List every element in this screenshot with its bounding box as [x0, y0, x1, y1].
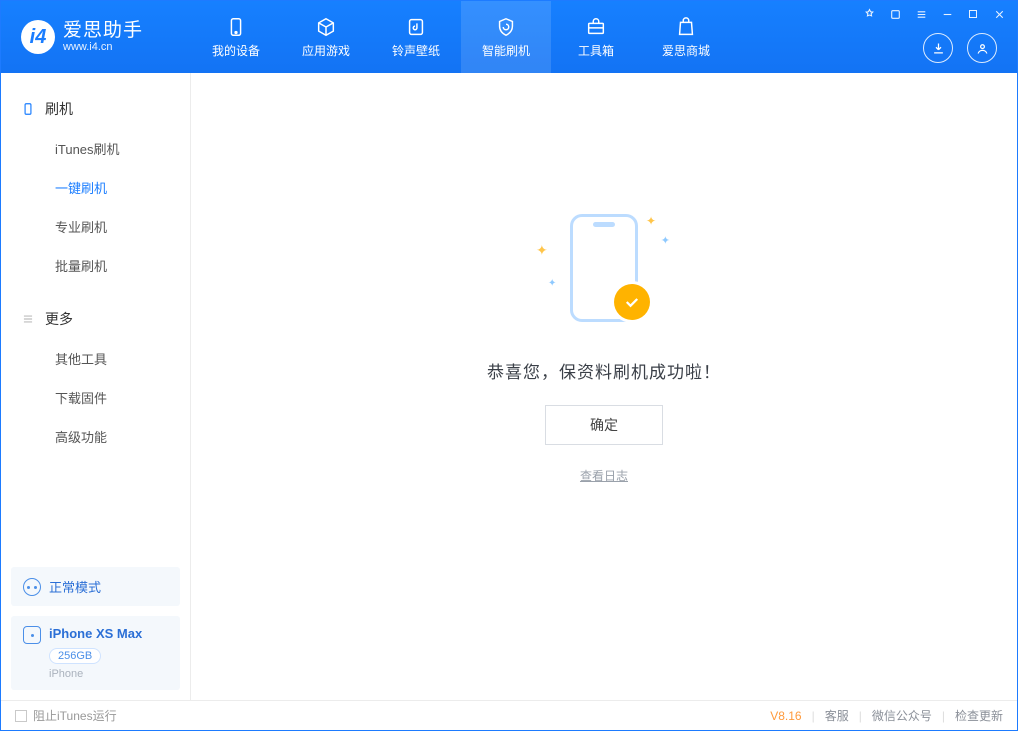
phone-icon: [225, 16, 247, 38]
sidebar-item-advanced[interactable]: 高级功能: [1, 417, 190, 456]
shopping-bag-icon: [675, 16, 697, 38]
menu-small-icon: [21, 312, 35, 326]
device-panel: 正常模式 iPhone XS Max 256GB iPhone: [11, 567, 180, 690]
view-log-link[interactable]: 查看日志: [580, 467, 628, 484]
sidebar-item-other-tools[interactable]: 其他工具: [1, 339, 190, 378]
checkbox-box-icon: [15, 710, 27, 722]
nav-store-label: 爱思商城: [662, 42, 710, 59]
mode-icon: [23, 578, 41, 596]
nav-ringtones[interactable]: 铃声壁纸: [371, 1, 461, 73]
check-update-link[interactable]: 检查更新: [955, 707, 1003, 724]
check-badge-icon: [614, 284, 650, 320]
confirm-button[interactable]: 确定: [545, 405, 663, 445]
device-mode-card[interactable]: 正常模式: [11, 567, 180, 606]
device-type: iPhone: [49, 668, 168, 680]
menu-icon[interactable]: [913, 6, 929, 22]
nav-smart-flash[interactable]: 智能刷机: [461, 1, 551, 73]
music-note-icon: [405, 16, 427, 38]
device-info-card[interactable]: iPhone XS Max 256GB iPhone: [11, 616, 180, 690]
logo-icon: i4: [21, 20, 55, 54]
close-button[interactable]: [991, 6, 1007, 22]
nav-toolbox-label: 工具箱: [578, 42, 614, 59]
sparkle-icon: ✦: [536, 242, 548, 259]
theme-icon[interactable]: [861, 6, 877, 22]
support-link[interactable]: 客服: [825, 707, 849, 724]
nav-apps-games-label: 应用游戏: [302, 42, 350, 59]
sparkle-icon: ✦: [646, 214, 656, 228]
sidebar-item-itunes-flash[interactable]: iTunes刷机: [1, 129, 190, 168]
minimize-button[interactable]: [939, 6, 955, 22]
success-message: 恭喜您，保资料刷机成功啦！: [487, 358, 721, 383]
main-content: ✦ ✦ ✦ ✦ 恭喜您，保资料刷机成功啦！ 确定 查看日志: [191, 73, 1017, 657]
checkbox-block-itunes[interactable]: 阻止iTunes运行: [15, 707, 117, 724]
refresh-shield-icon: [495, 16, 517, 38]
wechat-link[interactable]: 微信公众号: [872, 707, 932, 724]
status-bar: 阻止iTunes运行 V8.16 | 客服 | 微信公众号 | 检查更新: [1, 700, 1017, 730]
device-capacity: 256GB: [49, 648, 101, 664]
nav-smart-flash-label: 智能刷机: [482, 42, 530, 59]
device-small-icon: [21, 102, 35, 116]
app-header: i4 爱思助手 www.i4.cn 我的设备 应用游戏 铃声壁纸 智能刷机 工具…: [1, 1, 1017, 73]
download-button[interactable]: [923, 33, 953, 63]
sidebar-item-batch-flash[interactable]: 批量刷机: [1, 246, 190, 285]
device-icon: [23, 626, 41, 644]
cube-icon: [315, 16, 337, 38]
sparkle-icon: ✦: [661, 234, 670, 247]
nav-ringtones-label: 铃声壁纸: [392, 42, 440, 59]
nav-my-device-label: 我的设备: [212, 42, 260, 59]
sidebar-item-onekey-flash[interactable]: 一键刷机: [1, 168, 190, 207]
checkbox-block-itunes-label: 阻止iTunes运行: [33, 707, 117, 724]
success-illustration: ✦ ✦ ✦ ✦: [524, 206, 684, 336]
device-mode-label: 正常模式: [49, 577, 101, 596]
header-right-icons: [923, 33, 997, 63]
nav-store[interactable]: 爱思商城: [641, 1, 731, 73]
version-label: V8.16: [770, 709, 801, 723]
skin-icon[interactable]: [887, 6, 903, 22]
app-logo: i4 爱思助手 www.i4.cn: [1, 1, 191, 73]
nav-my-device[interactable]: 我的设备: [191, 1, 281, 73]
user-button[interactable]: [967, 33, 997, 63]
sidebar: 刷机 iTunes刷机 一键刷机 专业刷机 批量刷机 更多 其他工具 下载固件 …: [1, 73, 191, 700]
sidebar-group-more-label: 更多: [45, 309, 73, 329]
nav-apps-games[interactable]: 应用游戏: [281, 1, 371, 73]
sidebar-group-more: 更多: [1, 299, 190, 339]
app-title-cn: 爱思助手: [63, 21, 143, 42]
sidebar-group-flash: 刷机: [1, 89, 190, 129]
nav-toolbox[interactable]: 工具箱: [551, 1, 641, 73]
window-controls: [861, 6, 1007, 22]
sparkle-icon: ✦: [548, 278, 556, 289]
top-nav: 我的设备 应用游戏 铃声壁纸 智能刷机 工具箱 爱思商城: [191, 1, 731, 73]
app-title-en: www.i4.cn: [63, 41, 143, 53]
sidebar-item-download-firmware[interactable]: 下载固件: [1, 378, 190, 417]
maximize-button[interactable]: [965, 6, 981, 22]
device-name: iPhone XS Max: [49, 626, 168, 641]
sidebar-item-pro-flash[interactable]: 专业刷机: [1, 207, 190, 246]
sidebar-group-flash-label: 刷机: [45, 99, 73, 119]
toolbox-icon: [585, 16, 607, 38]
